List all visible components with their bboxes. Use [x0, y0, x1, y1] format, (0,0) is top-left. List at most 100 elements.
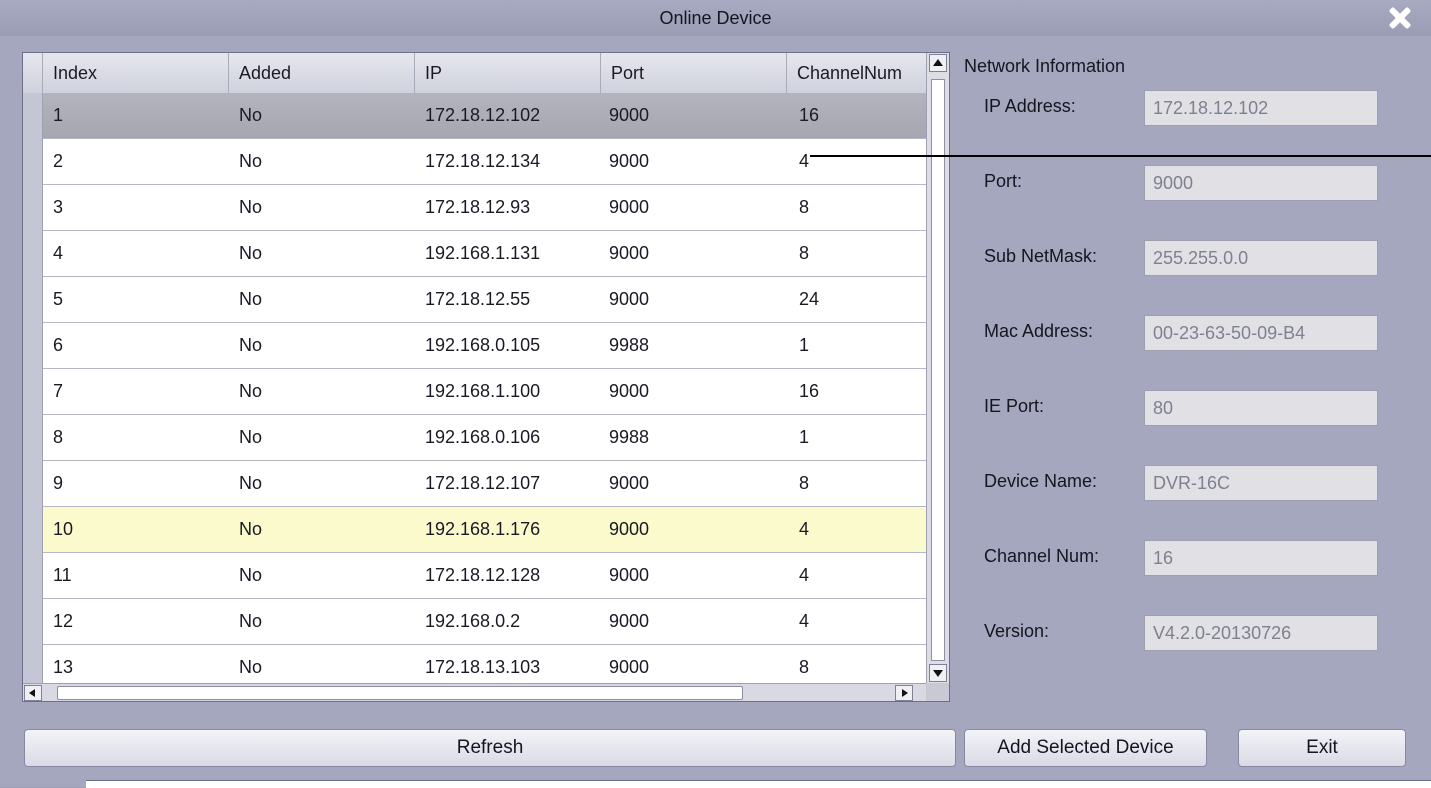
horizontal-scrollbar[interactable]	[23, 683, 926, 702]
cell-index: 7	[53, 369, 63, 414]
channel-num-label: Channel Num:	[984, 546, 1099, 567]
cell-channelnum: 4	[799, 553, 809, 598]
device-name-label: Device Name:	[984, 471, 1097, 492]
table-header: Index Added IP Port ChannelNum	[23, 53, 926, 94]
table-row[interactable]: 6No192.168.0.10599881	[43, 323, 926, 369]
cell-added: No	[239, 415, 262, 460]
cell-ip: 172.18.12.128	[425, 553, 540, 598]
horizontal-scroll-thumb[interactable]	[57, 686, 743, 700]
cell-channelnum: 16	[799, 369, 819, 414]
table-row[interactable]: 3No172.18.12.9390008	[43, 185, 926, 231]
cell-added: No	[239, 599, 262, 644]
cell-port: 9000	[609, 553, 649, 598]
cell-port: 9000	[609, 231, 649, 276]
cell-channelnum: 4	[799, 507, 809, 552]
table-row[interactable]: 4No192.168.1.13190008	[43, 231, 926, 277]
cell-port: 9000	[609, 277, 649, 322]
cell-index: 8	[53, 415, 63, 460]
table-row[interactable]: 10 No 192.168.1.176 9000 4	[43, 507, 926, 553]
cell-added: No	[239, 277, 262, 322]
cell-port: 9000	[609, 369, 649, 414]
table-row[interactable]: 8No192.168.0.10699881	[43, 415, 926, 461]
cell-port: 9000	[609, 507, 649, 552]
cell-added: No	[239, 185, 262, 230]
cell-added: No	[239, 323, 262, 368]
mac-address-field[interactable]: 00-23-63-50-09-B4	[1144, 315, 1378, 351]
cell-channelnum: 1	[799, 323, 809, 368]
cell-port: 9000	[609, 185, 649, 230]
arrow-down-icon[interactable]	[929, 664, 947, 682]
cell-ip: 172.18.12.55	[425, 277, 530, 322]
table-row[interactable]: 11No172.18.12.12890004	[43, 553, 926, 599]
cell-channelnum: 8	[799, 185, 809, 230]
channel-num-field[interactable]: 16	[1144, 540, 1378, 576]
cell-channelnum: 16	[799, 93, 819, 138]
add-selected-device-button[interactable]: Add Selected Device	[964, 729, 1207, 767]
column-header-port[interactable]: Port	[601, 53, 787, 93]
cell-port: 9000	[609, 461, 649, 506]
device-name-field[interactable]: DVR-16C	[1144, 465, 1378, 501]
title-bar: Online Device	[0, 0, 1431, 36]
cell-ip: 172.18.12.134	[425, 139, 540, 184]
cell-port: 9988	[609, 323, 649, 368]
cell-ip: 192.168.1.176	[425, 507, 540, 552]
cell-channelnum: 8	[799, 231, 809, 276]
table-row[interactable]: 2No172.18.12.13490004	[43, 139, 926, 185]
arrow-up-icon[interactable]	[929, 54, 947, 72]
sub-netmask-field[interactable]: 255.255.0.0	[1144, 240, 1378, 276]
cell-index: 12	[53, 599, 73, 644]
close-icon[interactable]	[1384, 4, 1416, 32]
cell-channelnum: 24	[799, 277, 819, 322]
scrollbar-corner	[926, 683, 949, 701]
table-row[interactable]: 5 No 172.18.12.55 9000 24	[43, 277, 926, 323]
arrow-right-icon[interactable]	[895, 685, 913, 701]
cell-channelnum: 8	[799, 461, 809, 506]
network-information-heading: Network Information	[964, 56, 1125, 77]
cell-channelnum: 4	[799, 599, 809, 644]
arrow-left-icon[interactable]	[24, 685, 42, 701]
table-row[interactable]: 1 No 172.18.12.102 9000 16	[43, 93, 926, 139]
cell-index: 9	[53, 461, 63, 506]
table-row[interactable]: 9No172.18.12.10790008	[43, 461, 926, 507]
ie-port-label: IE Port:	[984, 396, 1044, 417]
cell-ip: 172.18.12.102	[425, 93, 540, 138]
cell-ip: 192.168.0.106	[425, 415, 540, 460]
table-row[interactable]: 7 No 192.168.1.100 9000 16	[43, 369, 926, 415]
cell-index: 10	[53, 507, 73, 552]
sub-netmask-label: Sub NetMask:	[984, 246, 1097, 267]
cell-index: 2	[53, 139, 63, 184]
vertical-scroll-thumb[interactable]	[931, 79, 945, 661]
cell-ip: 192.168.1.131	[425, 231, 540, 276]
column-header-channelnum[interactable]: ChannelNum	[787, 53, 926, 93]
cell-index: 5	[53, 277, 63, 322]
port-field[interactable]: 9000	[1144, 165, 1378, 201]
cell-index: 4	[53, 231, 63, 276]
vertical-scrollbar[interactable]	[926, 53, 950, 683]
version-field[interactable]: V4.2.0-20130726	[1144, 615, 1378, 651]
cell-channelnum: 1	[799, 415, 809, 460]
ip-address-field[interactable]: 172.18.12.102	[1144, 90, 1378, 126]
cell-ip: 192.168.1.100	[425, 369, 540, 414]
column-header-ip[interactable]: IP	[415, 53, 601, 93]
cell-port: 9000	[609, 139, 649, 184]
cell-channelnum: 4	[799, 139, 809, 184]
refresh-button[interactable]: Refresh	[24, 729, 956, 767]
exit-button[interactable]: Exit	[1238, 729, 1406, 767]
cell-port: 9000	[609, 93, 649, 138]
cell-ip: 172.18.12.107	[425, 461, 540, 506]
cell-added: No	[239, 507, 262, 552]
cell-ip: 192.168.0.105	[425, 323, 540, 368]
mac-address-label: Mac Address:	[984, 321, 1093, 342]
table-row[interactable]: 12No192.168.0.290004	[43, 599, 926, 645]
column-header-index[interactable]: Index	[43, 53, 229, 93]
cell-added: No	[239, 553, 262, 598]
device-table: Index Added IP Port ChannelNum 1 No 172.18…	[22, 52, 950, 702]
ie-port-field[interactable]: 80	[1144, 390, 1378, 426]
port-label: Port:	[984, 171, 1022, 192]
cell-added: No	[239, 369, 262, 414]
cell-added: No	[239, 93, 262, 138]
annotation-leader-line	[810, 155, 1431, 157]
column-header-added[interactable]: Added	[229, 53, 415, 93]
row-selector-column	[23, 93, 43, 683]
cell-index: 1	[53, 93, 63, 138]
